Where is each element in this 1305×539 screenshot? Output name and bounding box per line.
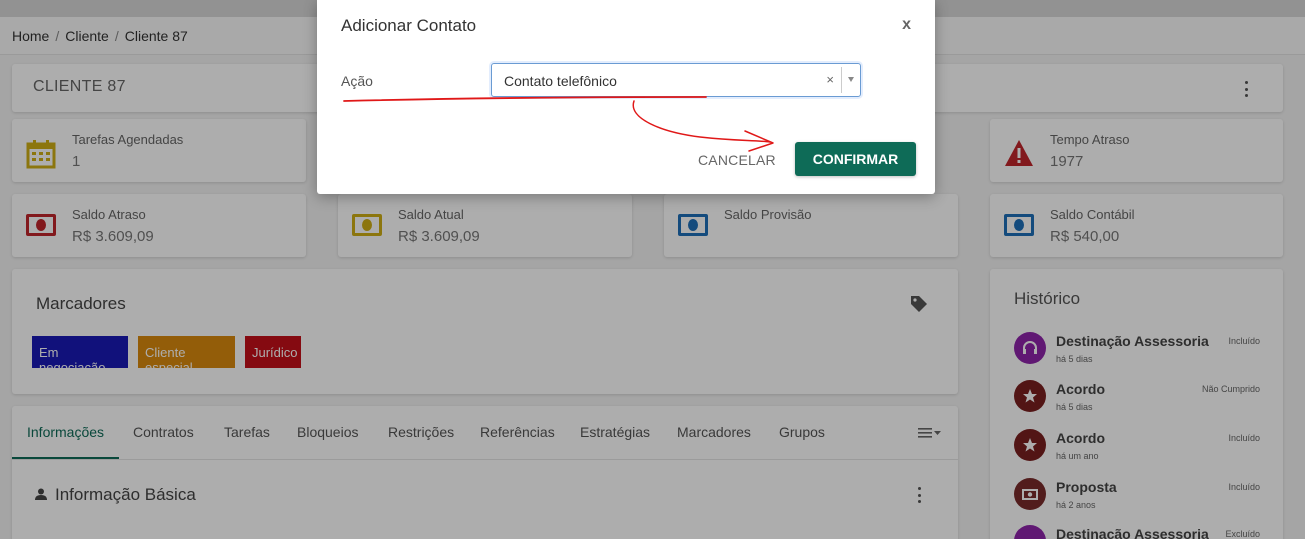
close-icon[interactable]: x — [902, 16, 911, 34]
add-contact-dialog: Adicionar Contato x Ação Contato telefôn… — [317, 0, 935, 194]
cancel-button[interactable]: CANCELAR — [698, 152, 776, 168]
confirm-button[interactable]: CONFIRMAR — [795, 142, 916, 176]
acao-select[interactable]: Contato telefônico × — [491, 63, 861, 97]
dialog-title: Adicionar Contato — [341, 16, 477, 35]
chevron-down-icon[interactable] — [848, 77, 854, 82]
select-divider — [841, 67, 842, 93]
acao-label: Ação — [341, 73, 373, 89]
clear-selection-icon[interactable]: × — [826, 72, 834, 87]
acao-select-value: Contato telefônico — [504, 73, 617, 89]
